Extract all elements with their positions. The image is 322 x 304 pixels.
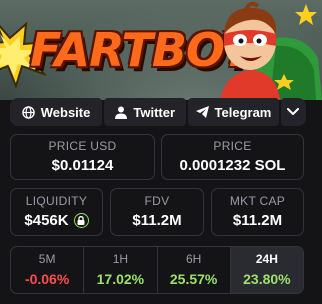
change-tab-1h[interactable]: 1H 17.02% <box>84 247 158 293</box>
change-tab-label: 24H <box>255 252 278 266</box>
change-tab-6h[interactable]: 6H 25.57% <box>158 247 231 293</box>
change-tab-5m[interactable]: 5M -0.06% <box>11 247 85 293</box>
website-link-label: Website <box>40 104 91 120</box>
market-cap-value: $11.2M <box>232 212 283 229</box>
liquidity-label: LIQUIDITY <box>25 194 88 208</box>
change-tab-label: 1H <box>112 252 129 266</box>
price-sol-value: 0.0001232 SOL <box>179 157 286 174</box>
telegram-link-button[interactable]: Telegram <box>188 98 279 126</box>
change-tab-value: 23.80% <box>243 271 291 287</box>
change-tab-value: -0.06% <box>24 271 70 287</box>
change-tab-value: 25.57% <box>169 271 218 287</box>
chevron-down-icon <box>287 108 300 115</box>
change-tab-label: 5M <box>38 252 56 266</box>
price-usd-box: PRICE USD $0.01124 <box>10 134 155 180</box>
liquidity-box: LIQUIDITY $456K <box>10 188 103 236</box>
price-sol-label: PRICE <box>213 139 252 153</box>
telegram-link-label: Telegram <box>214 104 272 120</box>
fdv-label: FDV <box>144 194 170 208</box>
user-icon <box>115 106 128 119</box>
twitter-link-button[interactable]: Twitter <box>104 98 187 126</box>
change-tab-24h[interactable]: 24H 23.80% <box>230 247 303 293</box>
price-usd-label: PRICE USD <box>48 139 117 153</box>
send-icon <box>195 106 209 118</box>
price-usd-value: $0.01124 <box>51 157 114 174</box>
price-change-tabs: 5M -0.06% 1H 17.02% 6H 25.57% 24H 23.80% <box>10 246 304 294</box>
more-links-button[interactable] <box>280 98 306 126</box>
liquidity-value: $456K <box>24 212 69 229</box>
twitter-link-label: Twitter <box>133 104 176 120</box>
fdv-box: FDV $11.2M <box>110 188 204 236</box>
market-cap-box: MKT CAP $11.2M <box>211 188 304 236</box>
change-tab-label: 6H <box>185 252 202 266</box>
change-tab-value: 17.02% <box>96 271 145 287</box>
globe-icon <box>21 105 35 119</box>
price-sol-box: PRICE 0.0001232 SOL <box>161 134 304 180</box>
fdv-value: $11.2M <box>132 212 182 229</box>
liquidity-value-row: $456K <box>24 211 89 230</box>
lock-icon[interactable] <box>73 213 89 228</box>
mascot-illustration <box>220 1 322 100</box>
market-cap-label: MKT CAP <box>229 194 286 208</box>
social-links-bar: Website Twitter Telegram <box>10 98 306 126</box>
website-link-button[interactable]: Website <box>10 98 103 126</box>
token-banner: FARTBOY <box>0 0 322 100</box>
